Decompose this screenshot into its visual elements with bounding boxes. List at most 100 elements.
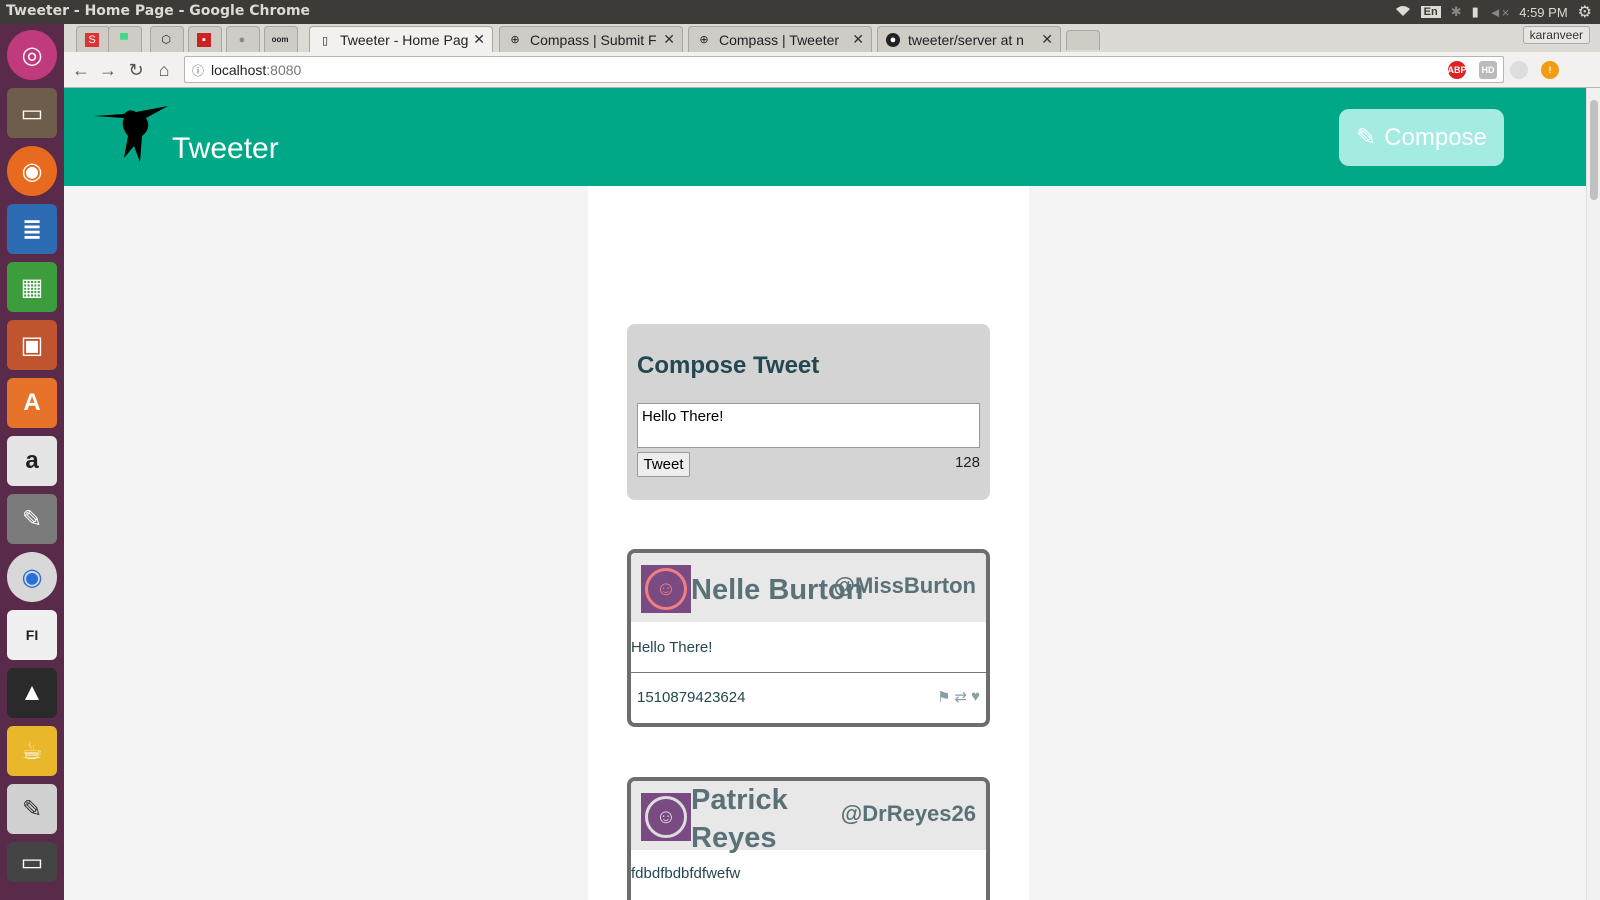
codepen-icon: ⬡ <box>161 34 171 46</box>
tweet-timestamp: 1510879423624 <box>637 689 746 706</box>
tweet-button[interactable]: Tweet <box>637 452 690 477</box>
terminal-icon[interactable]: ▭ <box>7 842 57 882</box>
tab-pinned-5[interactable]: ● <box>226 26 260 52</box>
url-host: localhost <box>211 61 267 78</box>
page-scrollbar[interactable] <box>1586 88 1600 900</box>
char-counter: 128 <box>954 454 980 471</box>
tab-compass-tweeter[interactable]: ⊕ Compass | Tweeter ✕ <box>688 26 872 52</box>
launcher: ◎ ▭ ◉ ≣ ▦ ▣ A a ✎ ◉ FI ▲ ☕ ✎ ▭ <box>0 24 64 900</box>
page-icon: ▯ <box>321 34 329 47</box>
tab-label: tweeter/server at n <box>908 31 1024 48</box>
files-icon[interactable]: ▭ <box>7 88 57 138</box>
impress-icon[interactable]: ▣ <box>7 320 57 370</box>
github-icon: ● <box>886 32 900 47</box>
page-viewport: Tweeter ✎ Compose Compose Tweet Hello Th… <box>64 88 1600 900</box>
wink-face-icon: ☺ <box>645 568 687 610</box>
battery-icon[interactable]: ▮ <box>1472 4 1479 20</box>
address-bar[interactable]: ⓘ localhost:8080 ☆ <box>184 56 1504 83</box>
oom-favicon: oom <box>271 35 289 44</box>
hd-extension-icon[interactable]: HD <box>1479 61 1497 79</box>
close-tab-icon[interactable]: ✕ <box>1041 31 1053 48</box>
home-icon[interactable]: ⌂ <box>152 58 176 82</box>
writer-icon[interactable]: ≣ <box>7 204 57 254</box>
font-editor-icon[interactable]: FI <box>7 610 57 660</box>
new-tab-button[interactable] <box>1066 30 1100 50</box>
software-center-icon[interactable]: A <box>7 378 57 428</box>
window-title: Tweeter - Home Page - Google Chrome <box>6 3 311 19</box>
text-editor-icon[interactable]: ✎ <box>7 784 57 834</box>
tweet-footer: 1510879423624 ⚑ ⇄ ♥ <box>631 672 986 723</box>
back-icon[interactable]: ← <box>69 58 93 82</box>
bluetooth-icon[interactable]: ✱ <box>1451 4 1462 20</box>
amazon-icon[interactable]: a <box>7 436 57 486</box>
forward-icon[interactable]: → <box>96 58 120 82</box>
profile-button[interactable]: karanveer <box>1522 26 1590 44</box>
tab-label: Compass | Submit F <box>530 31 657 48</box>
red-app-icon: ▪ <box>197 32 211 47</box>
system-top-panel: Tweeter - Home Page - Google Chrome En ✱… <box>0 0 1600 24</box>
tab-strip: S ▀ ⬡ ▪ ● oom ▯ Tweeter - Home Pag ✕ ⊕ C… <box>64 24 1600 53</box>
s-favicon-icon: S <box>85 32 99 47</box>
url-port: :8080 <box>266 61 302 78</box>
tweet-card: ☺ Patrick Reyes @DrReyes26 fdbdfbdbfdfwe… <box>627 777 990 900</box>
tab-pinned-2[interactable]: ▀ <box>108 26 142 52</box>
firefox-icon[interactable]: ◉ <box>7 146 57 196</box>
reload-icon[interactable]: ↻ <box>124 58 148 82</box>
tab-compass-submit[interactable]: ⊕ Compass | Submit F ✕ <box>499 26 683 52</box>
flag-icon[interactable]: ⚑ <box>937 688 950 706</box>
teapot-icon[interactable]: ☕ <box>7 726 57 776</box>
tab-label: Compass | Tweeter <box>719 31 840 48</box>
close-tab-icon[interactable]: ✕ <box>663 31 675 48</box>
heart-icon[interactable]: ♥ <box>971 688 980 706</box>
volume-muted-icon[interactable]: ◄× <box>1489 5 1509 20</box>
close-tab-icon[interactable]: ✕ <box>852 31 864 48</box>
apple-icon: ● <box>238 33 246 46</box>
calc-icon[interactable]: ▦ <box>7 262 57 312</box>
android-icon: ▀ <box>120 33 128 46</box>
system-tray: En ✱ ▮ ◄× 4:59 PM ⚙ <box>1395 0 1592 24</box>
tweet-header: ☺ Nelle Burton @MissBurton <box>631 553 986 622</box>
tweet-author-handle: @MissBurton <box>833 573 976 598</box>
tab-pinned-4[interactable]: ▪ <box>188 26 222 52</box>
compose-button-label: Compose <box>1384 123 1487 151</box>
keyboard-layout-indicator[interactable]: En <box>1420 6 1441 18</box>
edit-icon: ✎ <box>1356 124 1377 151</box>
chrome-icon[interactable]: ◉ <box>7 552 57 602</box>
tweet-author-name: Patrick Reyes <box>691 784 788 854</box>
tab-github[interactable]: ● tweeter/server at n ✕ <box>877 26 1061 52</box>
gear-icon[interactable]: ⚙ <box>1578 2 1592 22</box>
close-tab-icon[interactable]: ✕ <box>473 31 485 48</box>
tweet-author-handle: @DrReyes26 <box>840 801 976 826</box>
adblock-icon[interactable]: ABP <box>1448 61 1467 79</box>
navigation-bar: ← → ↻ ⌂ ⓘ localhost:8080 ☆ ABP HD ! <box>64 52 1600 88</box>
wifi-icon[interactable] <box>1395 5 1411 20</box>
avatar: ☺ <box>641 565 691 613</box>
tab-pinned-1[interactable]: S <box>76 26 110 52</box>
compass-icon: ⊕ <box>699 34 709 46</box>
compass-icon: ⊕ <box>510 34 520 46</box>
app-header: Tweeter ✎ Compose <box>64 88 1586 186</box>
brand-title[interactable]: Tweeter <box>172 132 279 166</box>
tweet-card: ☺ Nelle Burton @MissBurton Hello There! … <box>627 549 990 727</box>
tweet-header: ☺ Patrick Reyes @DrReyes26 <box>631 781 986 854</box>
compose-button[interactable]: ✎ Compose <box>1339 109 1504 166</box>
main-column: Compose Tweet Hello There! Tweet 128 ☺ N… <box>588 186 1029 900</box>
tab-pinned-3[interactable]: ⬡ <box>150 26 184 52</box>
compose-tweet-panel: Compose Tweet Hello There! Tweet 128 <box>627 324 990 500</box>
info-icon[interactable]: ⓘ <box>192 62 204 79</box>
inkscape-icon[interactable]: ▲ <box>7 668 57 718</box>
tab-tweeter-home[interactable]: ▯ Tweeter - Home Pag ✕ <box>309 26 493 53</box>
settings-icon[interactable]: ✎ <box>7 494 57 544</box>
smiley-face-icon: ☺ <box>645 796 687 838</box>
ubuntu-logo-icon[interactable]: ◎ <box>7 30 57 80</box>
clock[interactable]: 4:59 PM <box>1519 5 1567 20</box>
notification-icon[interactable]: ! <box>1541 61 1559 79</box>
scrollbar-thumb[interactable] <box>1590 100 1598 200</box>
tweet-textarea[interactable]: Hello There! <box>637 403 980 448</box>
compose-title: Compose Tweet <box>637 352 820 379</box>
tweet-content: Hello There! <box>631 639 713 656</box>
extension-icon[interactable] <box>1510 61 1528 79</box>
tab-pinned-6[interactable]: oom <box>264 26 298 52</box>
tab-label: Tweeter - Home Pag <box>340 32 469 48</box>
retweet-icon[interactable]: ⇄ <box>955 688 968 706</box>
